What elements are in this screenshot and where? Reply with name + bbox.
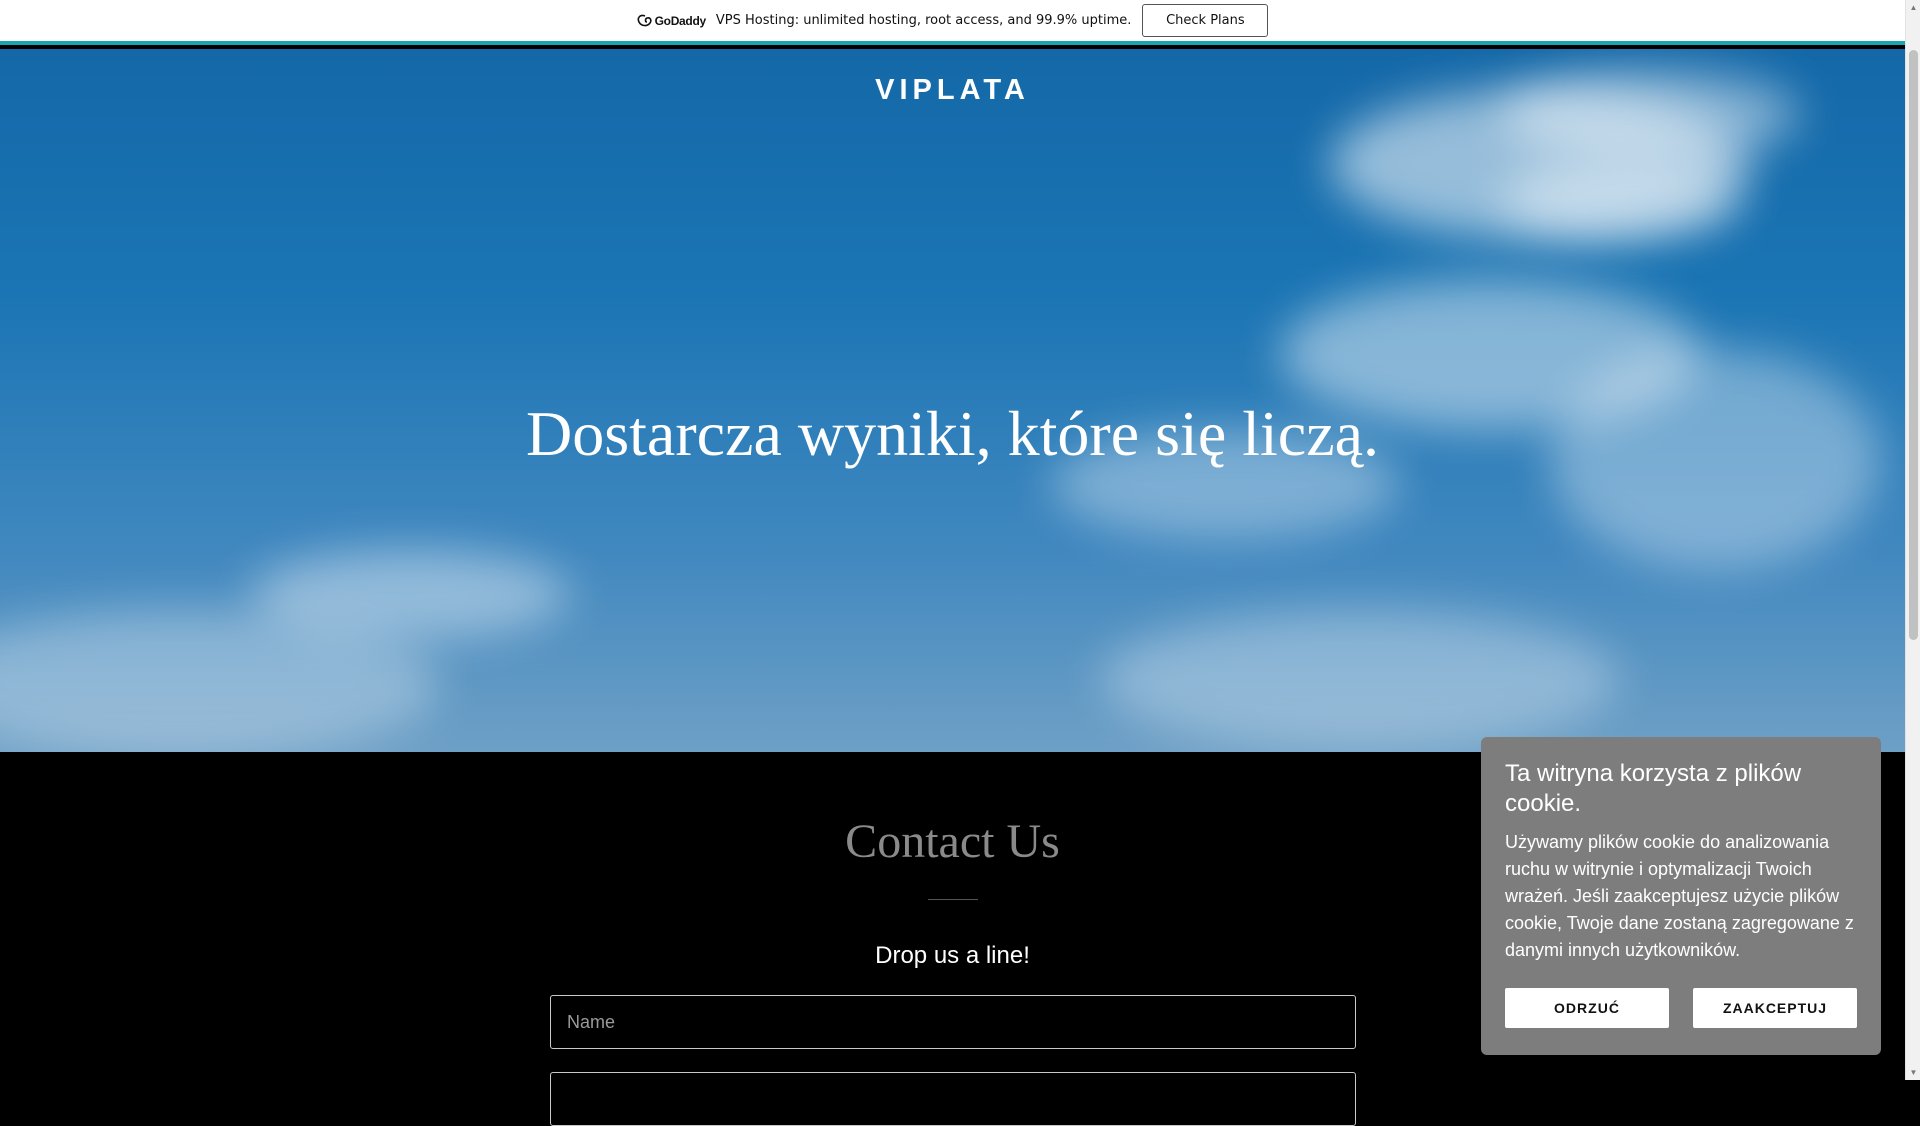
check-plans-button[interactable]: Check Plans — [1142, 4, 1269, 37]
hero-tagline: Dostarcza wyniki, które się liczą. — [526, 398, 1379, 469]
cookie-body: Używamy plików cookie do analizowania ru… — [1505, 832, 1854, 960]
site-brand[interactable]: VIPLATA — [0, 74, 1905, 107]
section-divider — [928, 899, 978, 900]
promo-bar: GoDaddy VPS Hosting: unlimited hosting, … — [0, 0, 1905, 45]
page-scrollbar[interactable]: ▲ ▼ — [1905, 0, 1920, 1080]
cloud-decoration — [1500, 159, 1740, 239]
hero-section: VIPLATA Dostarcza wyniki, które się licz… — [0, 49, 1905, 752]
promo-message: VPS Hosting: unlimited hosting, root acc… — [715, 13, 1132, 28]
name-field[interactable] — [550, 995, 1356, 1049]
decline-cookies-button[interactable]: ODRZUĆ — [1505, 988, 1669, 1028]
cookie-title: Ta witryna korzysta z plików cookie. — [1505, 760, 1802, 817]
godaddy-logo[interactable]: GoDaddy — [637, 14, 706, 28]
cloud-decoration — [1100, 609, 1620, 749]
cookie-banner: Ta witryna korzysta z plików cookie. Uży… — [1481, 737, 1881, 1055]
scroll-down-icon[interactable]: ▼ — [1906, 1065, 1920, 1080]
email-field[interactable] — [550, 1072, 1356, 1126]
godaddy-logo-icon — [637, 14, 652, 26]
accept-cookies-button[interactable]: ZAAKCEPTUJ — [1693, 988, 1857, 1028]
scroll-up-icon[interactable]: ▲ — [1906, 0, 1920, 15]
cookie-buttons: ODRZUĆ ZAAKCEPTUJ — [1505, 988, 1857, 1028]
godaddy-logo-text: GoDaddy — [654, 13, 707, 28]
scrollbar-thumb[interactable] — [1909, 50, 1918, 640]
